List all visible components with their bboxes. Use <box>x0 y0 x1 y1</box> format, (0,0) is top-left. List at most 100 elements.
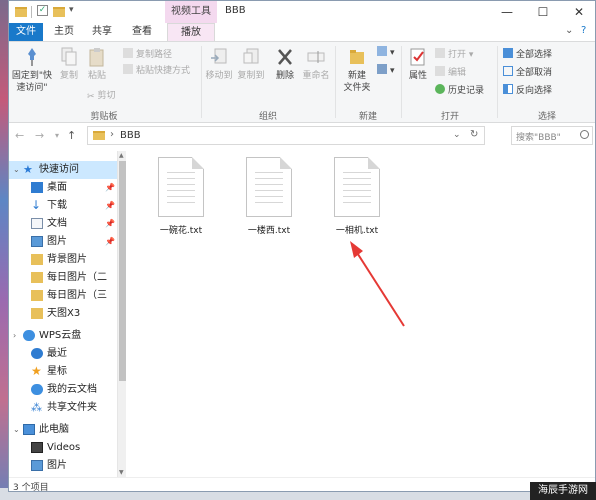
select-all-button[interactable]: 全部选择 <box>503 48 552 61</box>
search-input[interactable]: 搜索"BBB" <box>511 126 593 145</box>
file-item[interactable]: 一碗花.txt <box>149 157 213 236</box>
sidebar-item-videos[interactable]: Videos <box>9 439 117 457</box>
chevron-down-icon[interactable]: ⌄ <box>13 161 20 179</box>
sidebar-scrollbar[interactable]: ▲ ▼ <box>117 151 126 477</box>
chevron-right-icon[interactable]: › <box>13 327 16 345</box>
ribbon-divider <box>201 46 202 118</box>
sidebar-item-wps-cloud[interactable]: › WPS云盘 <box>9 327 117 345</box>
sidebar-item-downloads[interactable]: ↓ 下载 📌 <box>9 197 117 215</box>
chevron-right-icon[interactable]: › <box>110 129 114 140</box>
sidebar-item-folder[interactable]: 每日图片（二 <box>9 269 117 287</box>
copy-to-button[interactable]: 复制到 <box>237 46 265 82</box>
sidebar-item-desktop[interactable]: 桌面 📌 <box>9 179 117 197</box>
tab-play[interactable]: 播放 <box>167 23 215 41</box>
text-file-icon <box>158 157 204 217</box>
text-file-icon <box>334 157 380 217</box>
properties-button[interactable]: 属性 <box>405 46 431 82</box>
move-to-button[interactable]: 移动到 <box>205 46 233 82</box>
address-path[interactable]: BBB <box>120 130 141 141</box>
document-icon <box>31 218 43 229</box>
folder-icon <box>15 7 27 17</box>
pin-icon: 📌 <box>105 219 115 228</box>
properties-label: 属性 <box>408 71 427 81</box>
folder-icon <box>31 272 43 283</box>
star-icon: ★ <box>23 163 33 176</box>
rename-label: 重命名 <box>302 71 330 81</box>
move-to-label: 移动到 <box>205 71 233 81</box>
refresh-icon[interactable]: ↻ <box>470 129 478 140</box>
maximize-button[interactable]: ☐ <box>525 1 561 23</box>
file-name[interactable]: 一碗花.txt <box>149 223 213 236</box>
ribbon-expand-icon[interactable]: ⌄ <box>565 25 573 36</box>
forward-arrow-icon[interactable]: → <box>35 129 44 142</box>
select-none-button[interactable]: 全部取消 <box>503 66 552 79</box>
pin-icon: 📌 <box>105 201 115 210</box>
scroll-up-icon[interactable]: ▲ <box>119 152 124 159</box>
delete-button[interactable]: 删除 <box>273 46 297 82</box>
paste-button[interactable]: 粘贴 <box>85 46 109 82</box>
sidebar-item-starred[interactable]: ★ 星标 <box>9 363 117 381</box>
sidebar-item-shared[interactable]: ⁂ 共享文件夹 <box>9 399 117 417</box>
new-item-button[interactable]: ▾ <box>377 46 395 59</box>
text-file-icon <box>246 157 292 217</box>
tab-view[interactable]: 查看 <box>125 23 159 41</box>
tab-home[interactable]: 主页 <box>49 23 79 41</box>
open-button[interactable]: 打开 ▾ <box>435 48 473 61</box>
file-item[interactable]: 一楼西.txt <box>237 157 301 236</box>
address-bar[interactable]: › BBB ⌄ ↻ <box>87 126 485 145</box>
ribbon-tabs: 文件 主页 共享 查看 播放 ⌄ ? <box>9 23 595 41</box>
file-name[interactable]: 一相机.txt <box>325 223 389 236</box>
sidebar-item-pictures[interactable]: 图片 📌 <box>9 233 117 251</box>
sidebar-item-folder[interactable]: 每日图片（三 <box>9 287 117 305</box>
minimize-button[interactable]: — <box>489 1 525 23</box>
new-folder-quick-icon[interactable] <box>53 7 65 17</box>
sidebar-item-folder[interactable]: 背景图片 <box>9 251 117 269</box>
watermark-logo: 海辰手游网 <box>530 482 596 500</box>
edit-button[interactable]: 编辑 <box>435 66 466 79</box>
new-folder-icon <box>350 50 364 64</box>
back-arrow-icon[interactable]: ← <box>15 129 24 142</box>
new-folder-button[interactable]: 新建 文件夹 <box>339 46 375 94</box>
select-group-label: 选择 <box>537 112 556 122</box>
cut-button[interactable]: ✂ 剪切 <box>87 90 116 102</box>
tab-file[interactable]: 文件 <box>9 23 43 41</box>
sidebar-item-pc-pictures[interactable]: 图片 <box>9 457 117 475</box>
easy-access-icon <box>377 64 387 74</box>
tab-share[interactable]: 共享 <box>87 23 117 41</box>
chevron-down-icon[interactable]: ⌄ <box>453 130 461 140</box>
sidebar-item-label: 最近 <box>47 348 67 359</box>
sidebar-item-documents[interactable]: 文档 📌 <box>9 215 117 233</box>
rename-icon <box>307 51 325 63</box>
desktop-icon <box>31 182 43 193</box>
close-button[interactable]: ✕ <box>561 1 595 23</box>
sidebar-item-this-pc[interactable]: ⌄ 此电脑 <box>9 421 117 439</box>
copy-button[interactable]: 复制 <box>57 46 81 82</box>
rename-button[interactable]: 重命名 <box>301 46 331 82</box>
sidebar-item-label: 背景图片 <box>47 254 87 265</box>
scroll-down-icon[interactable]: ▼ <box>119 469 124 476</box>
sidebar-item-cloud-docs[interactable]: 我的云文档 <box>9 381 117 399</box>
help-icon[interactable]: ? <box>581 25 586 36</box>
new-folder-label: 新建 文件夹 <box>343 71 371 93</box>
easy-access-button[interactable]: ▾ <box>377 64 395 77</box>
item-count: 3 个项目 <box>13 483 49 492</box>
chevron-down-icon[interactable]: ⌄ <box>13 421 20 439</box>
copy-path-button[interactable]: 复制路径 <box>123 48 172 61</box>
file-item[interactable]: 一相机.txt <box>325 157 389 236</box>
copy-path-label: 复制路径 <box>136 50 173 60</box>
scrollbar-thumb[interactable] <box>119 161 126 381</box>
sidebar-item-recent[interactable]: 最近 <box>9 345 117 363</box>
invert-selection-button[interactable]: 反向选择 <box>503 84 552 97</box>
sidebar-item-quick-access[interactable]: ⌄ ★ 快速访问 <box>9 161 117 179</box>
sidebar-item-folder[interactable]: 天图X3 <box>9 305 117 323</box>
properties-quick-icon[interactable]: ✓ <box>37 5 48 16</box>
search-icon <box>580 130 589 139</box>
pin-to-quick-access-button[interactable]: 固定到"快 速访问" <box>11 46 53 94</box>
customize-quick-access-icon[interactable]: ▾ <box>69 5 74 19</box>
paste-shortcut-button[interactable]: 粘贴快捷方式 <box>123 64 190 77</box>
paste-label: 粘贴 <box>87 71 106 81</box>
recent-locations-icon[interactable]: ▾ <box>55 131 59 140</box>
up-arrow-icon[interactable]: ↑ <box>67 129 76 142</box>
file-name[interactable]: 一楼西.txt <box>237 223 301 236</box>
history-button[interactable]: 历史记录 <box>435 84 484 97</box>
